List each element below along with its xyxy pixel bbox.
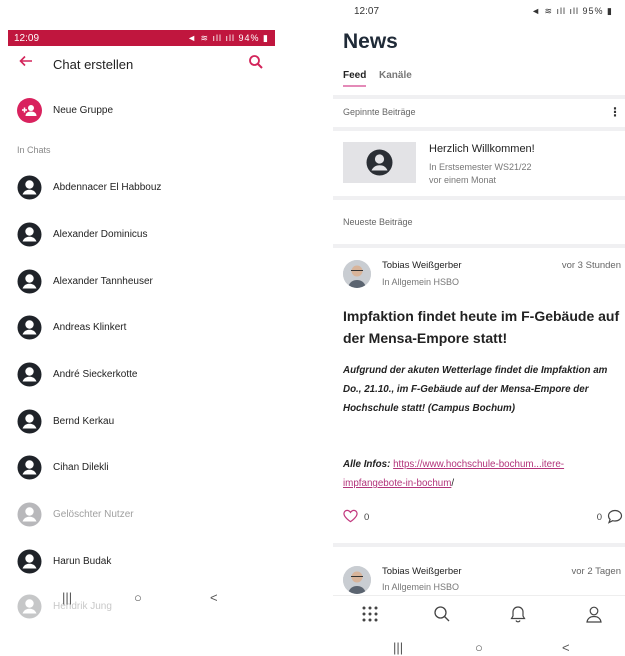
person-avatar-icon — [17, 269, 42, 294]
contact-item[interactable]: Alexander Tannheuser — [0, 264, 285, 300]
post-author[interactable]: Tobias Weißgerber — [382, 566, 462, 577]
person-avatar-icon — [17, 455, 42, 480]
back-arrow-icon[interactable] — [16, 54, 36, 74]
pinned-title: Herzlich Willkommen! — [429, 143, 535, 155]
search-icon[interactable] — [433, 605, 451, 623]
more-options-icon[interactable]: ⋮ — [609, 105, 621, 119]
contact-item[interactable]: Alexander Dominicus — [0, 217, 285, 253]
back-icon[interactable]: < — [562, 640, 570, 655]
system-nav-bar: ||| ○ < — [0, 590, 285, 614]
contact-name: Andreas Klinkert — [53, 322, 127, 333]
status-bar: 12:09 ◄ ≋ ıll ıll 94% ▮ — [8, 30, 275, 46]
home-icon[interactable]: ○ — [475, 640, 483, 655]
contact-name: André Sieckerkotte — [53, 369, 138, 380]
divider — [333, 543, 625, 547]
pinned-time: vor einem Monat — [429, 175, 497, 185]
apps-grid-icon[interactable] — [361, 605, 379, 623]
battery-icon: ▮ — [259, 32, 269, 43]
contact-name: Bernd Kerkau — [53, 416, 115, 427]
like-count: 0 — [364, 512, 370, 523]
post-channel[interactable]: In Allgemein HSBO — [382, 277, 459, 287]
post-time: vor 2 Tagen — [571, 566, 621, 577]
news-screen: 12:07 ◄ ≋ ıll ıll 95% ▮ News Feed Kanäle… — [333, 0, 625, 656]
person-avatar-icon — [17, 175, 42, 200]
contact-name: Alexander Tannheuser — [53, 276, 153, 287]
battery-icon: ▮ — [603, 6, 613, 16]
status-time: 12:09 — [14, 32, 40, 44]
recents-icon[interactable]: ||| — [393, 640, 403, 655]
divider — [333, 196, 625, 200]
post-headline: Impfaktion findet heute im F-Gebäude auf… — [343, 308, 620, 346]
contact-item[interactable]: Abdennacer El Habbouz — [0, 170, 285, 206]
post-channel[interactable]: In Allgemein HSBO — [382, 582, 459, 592]
infos-label: Alle Infos: — [343, 459, 391, 470]
pinned-channel: In Erstsemester WS21/22 — [429, 162, 532, 172]
post-author[interactable]: Tobias Weißgerber — [382, 260, 462, 271]
contact-name: Harun Budak — [53, 556, 112, 567]
author-avatar[interactable] — [343, 566, 371, 594]
battery-level: 95% — [582, 6, 604, 16]
contact-item[interactable]: Gelöschter Nutzer — [0, 497, 285, 533]
bottom-nav — [333, 595, 625, 629]
post-infos: Alle Infos: https://www.hochschule-bochu… — [343, 455, 625, 493]
comment-count: 0 — [596, 512, 602, 523]
section-header: In Chats — [17, 145, 51, 155]
page-title: Chat erstellen — [53, 57, 134, 72]
contact-name: Abdennacer El Habbouz — [53, 182, 162, 193]
pinned-section-label: Gepinnte Beiträge — [343, 107, 416, 117]
status-time: 12:07 — [354, 6, 380, 17]
divider — [333, 244, 625, 248]
pinned-thumbnail — [343, 142, 416, 183]
divider — [333, 95, 625, 99]
search-icon[interactable] — [248, 54, 266, 72]
person-avatar-icon — [17, 549, 42, 574]
tab-feed[interactable]: Feed — [343, 70, 367, 87]
new-group-item[interactable]: Neue Gruppe — [0, 96, 285, 128]
recents-icon[interactable]: ||| — [62, 590, 72, 605]
system-nav-bar: ||| ○ < — [333, 640, 625, 655]
post-time: vor 3 Stunden — [561, 260, 621, 271]
person-avatar-icon — [17, 315, 42, 340]
contact-item[interactable]: André Sieckerkotte — [0, 357, 285, 393]
contact-item[interactable]: Andreas Klinkert — [0, 310, 285, 346]
contact-name: Cihan Dilekli — [53, 462, 109, 473]
pinned-post-card[interactable]: Herzlich Willkommen! In Erstsemester WS2… — [333, 130, 625, 196]
person-avatar-icon — [17, 502, 42, 527]
contact-item[interactable]: Harun Budak — [0, 544, 285, 580]
newest-section-label: Neueste Beiträge — [343, 217, 413, 227]
link-suffix: / — [451, 478, 455, 489]
signal-icons: ◄ ≋ ıll ıll — [187, 32, 239, 43]
reaction-row: 0 0 — [343, 509, 623, 525]
home-icon[interactable]: ○ — [134, 590, 142, 605]
status-bar: 12:07 ◄ ≋ ıll ıll 95% ▮ — [333, 6, 625, 22]
page-title: News — [343, 30, 398, 53]
post-lead: Aufgrund der akuten Wetterlage findet di… — [343, 365, 608, 414]
new-group-label: Neue Gruppe — [53, 105, 114, 116]
contact-item[interactable]: Bernd Kerkau — [0, 404, 285, 440]
person-avatar-icon — [17, 222, 42, 247]
tab-channels[interactable]: Kanäle — [379, 70, 412, 81]
contact-item[interactable]: Cihan Dilekli — [0, 450, 285, 486]
heart-icon[interactable] — [343, 509, 358, 523]
comment-icon[interactable] — [607, 509, 623, 524]
profile-icon[interactable] — [585, 605, 603, 623]
signal-icons: ◄ ≋ ıll ıll — [531, 6, 583, 16]
contact-name: Gelöschter Nutzer — [53, 509, 134, 520]
add-group-icon — [17, 98, 42, 123]
app-header: Chat erstellen — [0, 50, 285, 82]
person-avatar-icon — [17, 409, 42, 434]
create-chat-screen: 12:09 ◄ ≋ ıll ıll 94% ▮ Chat erstellen N… — [0, 0, 290, 656]
person-avatar-icon — [366, 149, 393, 176]
battery-level: 94% — [238, 32, 260, 43]
author-avatar[interactable] — [343, 260, 371, 288]
contact-name: Alexander Dominicus — [53, 229, 148, 240]
back-icon[interactable]: < — [210, 590, 218, 605]
person-avatar-icon — [17, 362, 42, 387]
bell-icon[interactable] — [509, 605, 527, 623]
